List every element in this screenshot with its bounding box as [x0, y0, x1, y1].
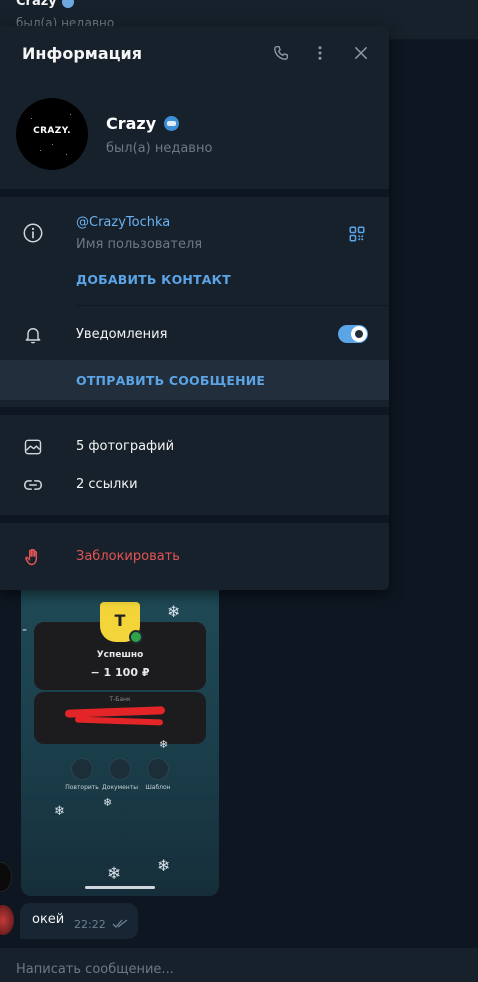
section-separator	[0, 407, 389, 415]
verified-badge-icon	[164, 116, 180, 131]
receipt-amount: − 1 100 ₽	[90, 666, 150, 679]
photos-link[interactable]: 5 фотографий	[76, 439, 174, 454]
username-link[interactable]: @CrazyTochka	[76, 215, 170, 230]
panel-title: Информация	[22, 44, 142, 63]
toggle-knob	[351, 326, 367, 342]
receipt-action-label: Шаблон	[145, 784, 171, 791]
avatar-star	[70, 114, 71, 115]
links-link[interactable]: 2 ссылки	[76, 477, 138, 492]
divider	[76, 305, 389, 306]
receipt-bank-name: Т-Банк	[109, 696, 131, 703]
section-separator	[0, 189, 389, 197]
chat-decoration: -	[22, 622, 28, 638]
chat-name: Crazy	[16, 0, 57, 9]
block-button[interactable]: Заблокировать	[76, 549, 180, 564]
message-input[interactable]: Написать сообщение...	[16, 962, 174, 977]
message-time: 22:22	[74, 918, 106, 931]
snowflake-icon: ❄	[107, 864, 122, 884]
message-composer[interactable]: Написать сообщение...	[0, 948, 478, 982]
photo-icon	[22, 436, 44, 458]
avatar-star	[66, 154, 67, 155]
profile-name: Crazy	[106, 114, 180, 133]
info-panel: Информация CRAZY. Crazy был(а) недавно @…	[0, 26, 389, 590]
snowflake-icon: ❄	[103, 796, 113, 809]
snowflake-icon: ❄	[167, 602, 181, 621]
send-message-row[interactable]: ОТПРАВИТЬ СООБЩЕНИЕ	[0, 360, 389, 400]
notifications-toggle[interactable]	[338, 325, 368, 343]
section-separator	[0, 515, 389, 523]
message-bubble[interactable]: окей 22:22	[20, 903, 138, 939]
success-check-icon	[129, 630, 143, 644]
documents-icon	[109, 758, 131, 780]
close-icon[interactable]	[350, 42, 372, 64]
message-text: окей	[32, 912, 65, 927]
telegram-window: Crazy был(а) недавно T Успешно − 1 100 ₽…	[0, 0, 478, 982]
more-vertical-icon[interactable]	[309, 42, 331, 64]
template-icon	[147, 758, 169, 780]
double-check-icon	[112, 919, 128, 928]
qr-code-icon[interactable]	[346, 223, 368, 245]
avatar-star	[52, 144, 53, 145]
notifications-label: Уведомления	[76, 327, 168, 342]
info-icon	[22, 222, 44, 244]
snowflake-icon: ❄	[157, 856, 171, 875]
phone-icon[interactable]	[270, 42, 292, 64]
profile-avatar[interactable]: CRAZY.	[16, 98, 88, 170]
username-caption: Имя пользователя	[76, 237, 203, 252]
add-contact-button[interactable]: ДОБАВИТЬ КОНТАКТ	[76, 272, 231, 287]
avatar-star	[31, 118, 32, 119]
bell-icon	[22, 324, 44, 346]
hand-stop-icon	[22, 546, 44, 568]
receipt-status: Успешно	[96, 650, 144, 660]
profile-name-text: Crazy	[106, 114, 157, 133]
receipt-screenshot[interactable]: T Успешно − 1 100 ₽ Т-Банк Повторить Док…	[21, 580, 219, 896]
chat-title: Crazy	[16, 0, 74, 9]
snowflake-icon: ❄	[159, 738, 169, 751]
repeat-icon	[71, 758, 93, 780]
sender-avatar[interactable]	[0, 905, 14, 935]
link-icon	[22, 474, 44, 496]
home-indicator	[85, 886, 155, 889]
send-message-button[interactable]: ОТПРАВИТЬ СООБЩЕНИЕ	[76, 373, 265, 388]
verified-icon	[61, 0, 74, 8]
snowflake-icon: ❄	[54, 804, 65, 819]
sender-avatar[interactable]	[0, 862, 12, 892]
avatar-star	[40, 150, 41, 151]
avatar-logo-text: CRAZY.	[33, 126, 71, 136]
profile-status: был(а) недавно	[106, 141, 213, 156]
